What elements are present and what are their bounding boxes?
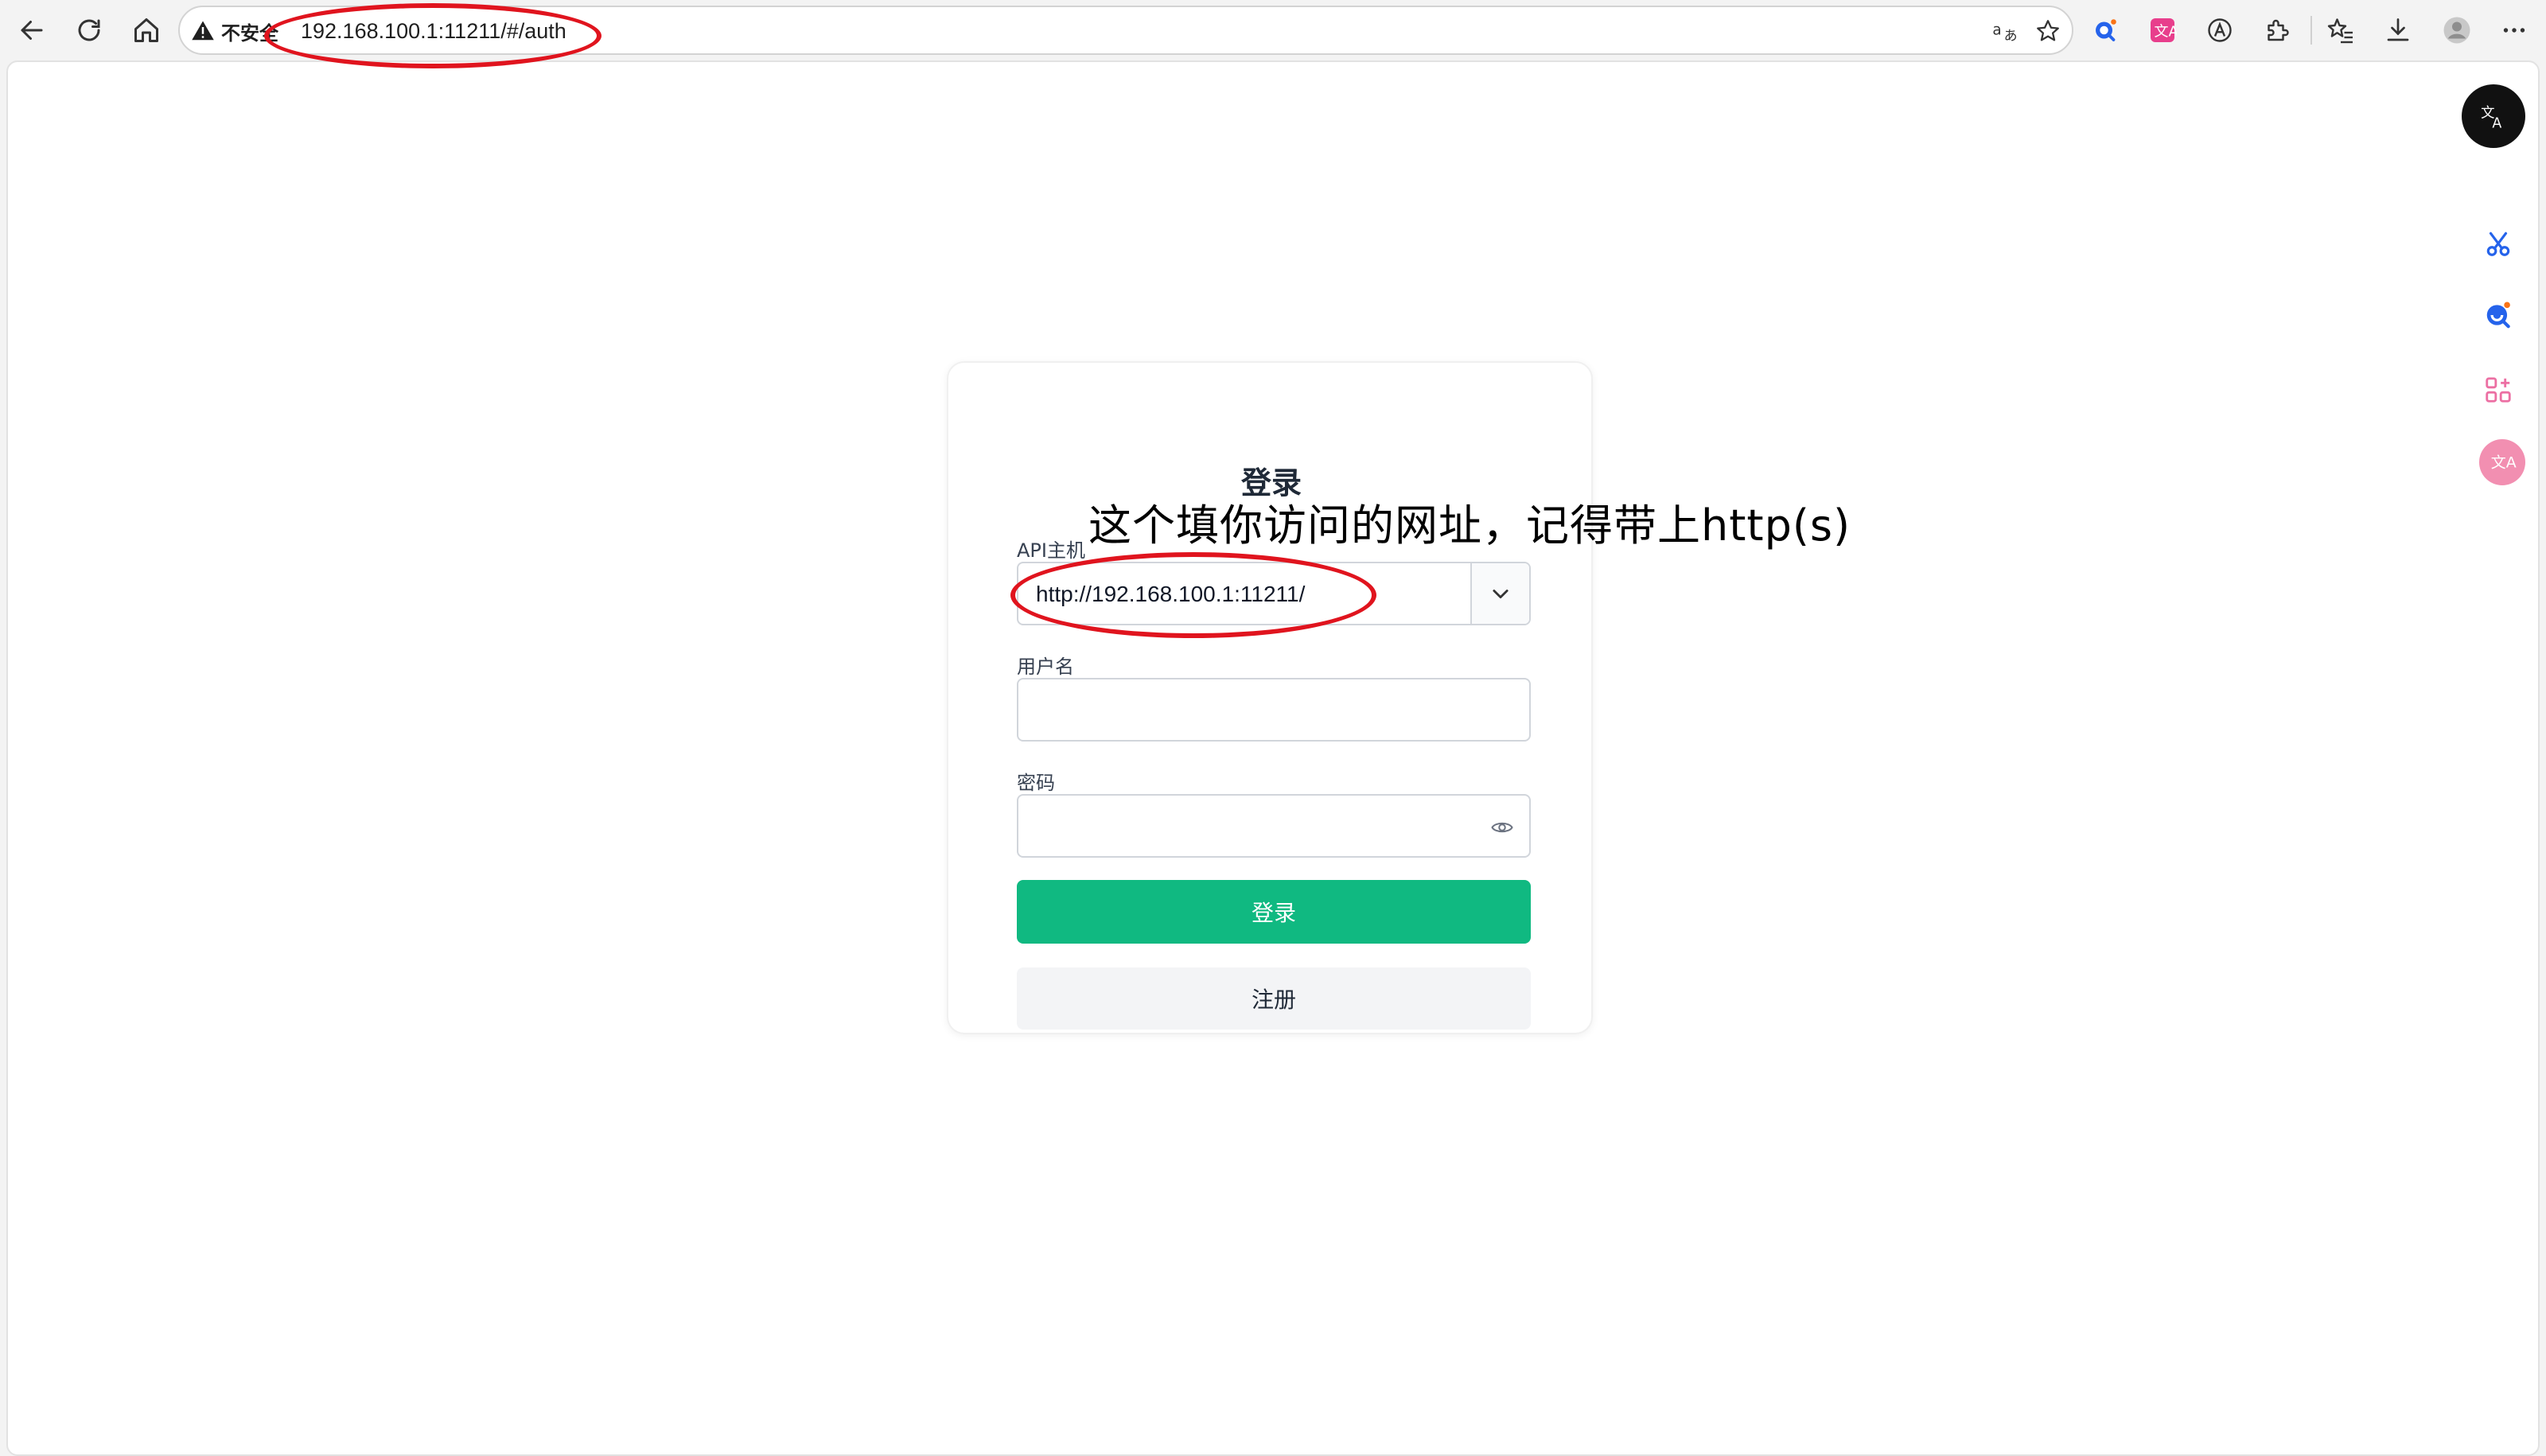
svg-text:文A: 文A [2155,24,2178,41]
sidebar-search-chat-button[interactable] [2473,290,2524,341]
username-label: 用户名 [1017,656,1074,678]
sidebar-translate-pink-button[interactable]: 文A [2479,439,2525,485]
avatar [2443,17,2470,44]
back-arrow-icon [21,21,43,40]
warning-triangle-icon [192,21,214,41]
scissors-icon [2486,232,2510,256]
downloads-button[interactable] [2377,10,2419,51]
svg-text:文A: 文A [2491,454,2517,471]
svg-text:A: A [2492,115,2501,131]
api-host-label: API主机 [1017,539,1085,562]
search-extension-icon [2096,19,2116,41]
more-options-button[interactable] [2493,10,2535,51]
home-icon [134,18,158,42]
reload-icon [78,19,100,41]
sidebar-translate-button[interactable]: 文 A [2462,84,2525,148]
puzzle-icon [2268,19,2289,41]
register-button[interactable]: 注册 [1017,967,1531,1030]
eye-icon [1491,822,1513,833]
annotation-ellipse-url [264,3,601,68]
download-icon [2387,18,2409,41]
toggle-password-visibility-button[interactable] [1488,813,1516,842]
password-input[interactable] [1017,794,1531,858]
translate-page-button[interactable]: a あ [1987,14,2022,49]
extensions-button[interactable] [2256,10,2298,51]
reload-button[interactable] [68,10,110,51]
favorites-icon [2327,18,2353,44]
translate-extension-icon: 文A [2151,18,2178,42]
annotation-text: 这个填你访问的网址，记得带上http(s) [1088,500,1851,551]
svg-text:a: a [1992,21,2001,38]
login-button[interactable]: 登录 [1017,880,1531,944]
sidebar-apps-button[interactable] [2473,364,2524,415]
password-label: 密码 [1017,772,1055,794]
translate-icon: a あ [1992,21,2018,44]
home-button[interactable] [126,10,167,51]
back-button[interactable] [11,10,53,51]
translate-pink-icon: 文A [2491,454,2517,471]
chevron-down-icon [1493,590,1509,599]
translate-extension-button[interactable]: 文A [2142,10,2183,51]
sidebar-scissors-button[interactable] [2473,218,2524,269]
username-input[interactable] [1017,678,1531,742]
favorite-button[interactable] [2030,14,2065,49]
translate-icon: 文 A [2481,106,2501,131]
search-chat-icon [2486,302,2510,329]
login-card: 登录 API主机 http://192.168.100.1:11211/ 用户名… [947,361,1593,1034]
a-circle-extension-button[interactable] [2199,10,2240,51]
more-icon [2503,28,2525,33]
star-icon [2037,20,2059,41]
annotation-ellipse-api-host [1010,552,1376,638]
a-circle-icon [2208,18,2232,42]
search-extension-button[interactable] [2085,10,2126,51]
profile-button[interactable] [2436,10,2478,51]
favorites-button[interactable] [2320,10,2361,51]
api-host-dropdown-button[interactable] [1470,563,1529,624]
svg-text:あ: あ [2004,28,2018,44]
toolbar-divider [2310,16,2312,45]
apps-icon [2486,377,2511,403]
